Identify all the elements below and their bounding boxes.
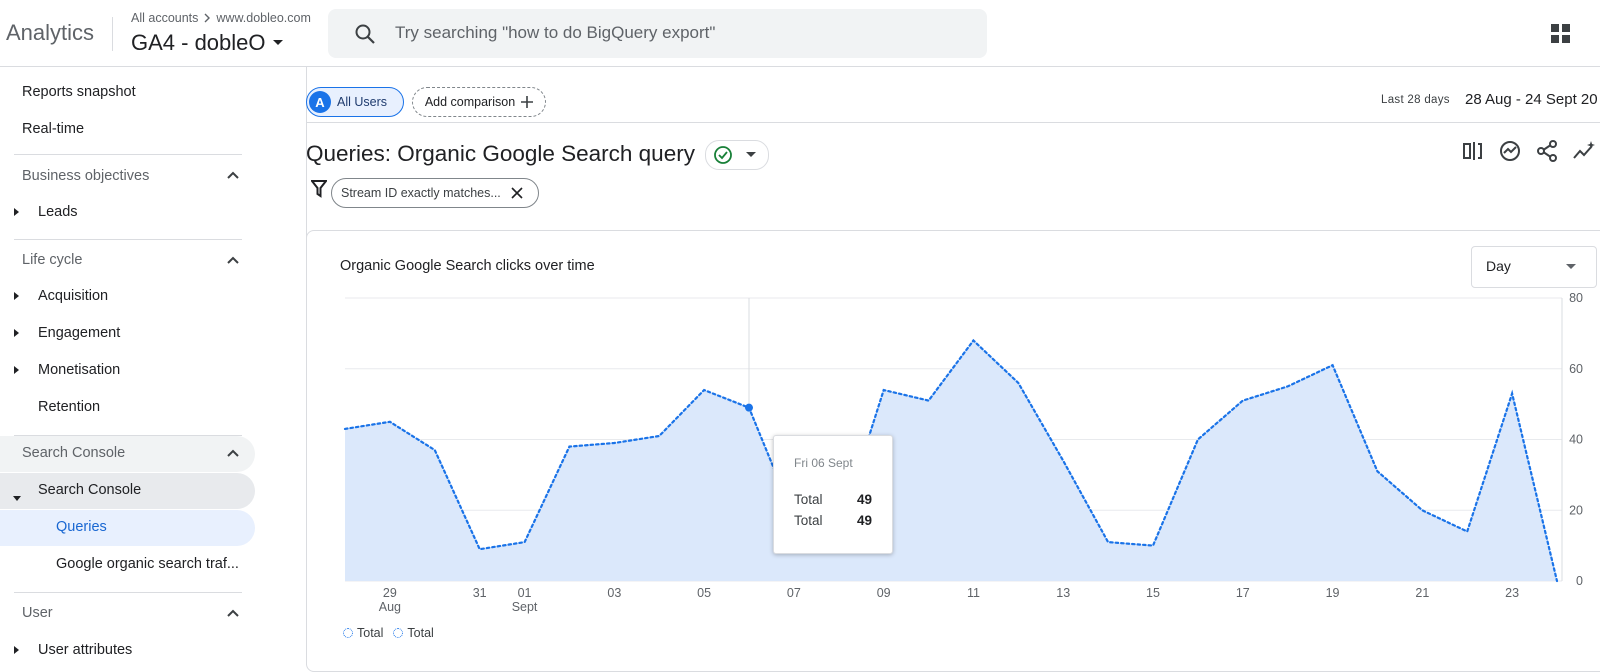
area-fill — [345, 340, 1557, 581]
chart-tooltip: Fri 06 Sept Total 49 Total 49 — [773, 435, 893, 554]
tooltip-label: Total — [794, 492, 823, 507]
legend-label: Total — [357, 626, 384, 640]
x-tick-label: 19 — [1326, 586, 1340, 600]
x-tick-label: 21 — [1415, 586, 1429, 600]
chart-legend: Total Total — [343, 626, 434, 640]
x-tick-label: 07 — [787, 586, 801, 600]
x-tick-label: 15 — [1146, 586, 1160, 600]
tooltip-date: Fri 06 Sept — [794, 456, 853, 470]
x-tick-label: 05 — [697, 586, 711, 600]
x-tick-label: 17 — [1236, 586, 1250, 600]
x-tick-sublabel: Sept — [512, 600, 538, 614]
x-tick-label: 29 — [383, 586, 397, 600]
line-chart: 0 20 40 60 80 29Aug 31 01Sept 03 05 07 09 11 13 15 17 19… — [343, 291, 1583, 614]
legend-marker-icon — [343, 628, 353, 638]
tooltip-value: 49 — [857, 513, 873, 528]
y-tick-label: 0 — [1576, 574, 1583, 588]
x-tick-label: 11 — [967, 586, 980, 600]
y-tick-label: 80 — [1569, 291, 1583, 305]
tooltip-label: Total — [794, 513, 823, 528]
tooltip-value: 49 — [857, 492, 873, 507]
legend-item[interactable]: Total — [393, 626, 434, 640]
legend-marker-icon — [393, 628, 404, 638]
y-tick-label: 60 — [1569, 362, 1583, 376]
legend-item[interactable]: Total — [343, 626, 383, 640]
y-tick-label: 20 — [1569, 503, 1583, 517]
x-tick-label: 13 — [1056, 586, 1070, 600]
y-tick-label: 40 — [1569, 433, 1583, 447]
x-tick-label: 03 — [607, 586, 621, 600]
legend-label: Total — [407, 626, 434, 640]
highlighted-point — [745, 403, 753, 412]
x-tick-label: 31 — [473, 586, 487, 600]
x-tick-label: 23 — [1505, 586, 1519, 600]
x-tick-label: 09 — [877, 586, 891, 600]
x-tick-sublabel: Aug — [379, 600, 401, 614]
x-tick-label: 01 — [518, 586, 532, 600]
